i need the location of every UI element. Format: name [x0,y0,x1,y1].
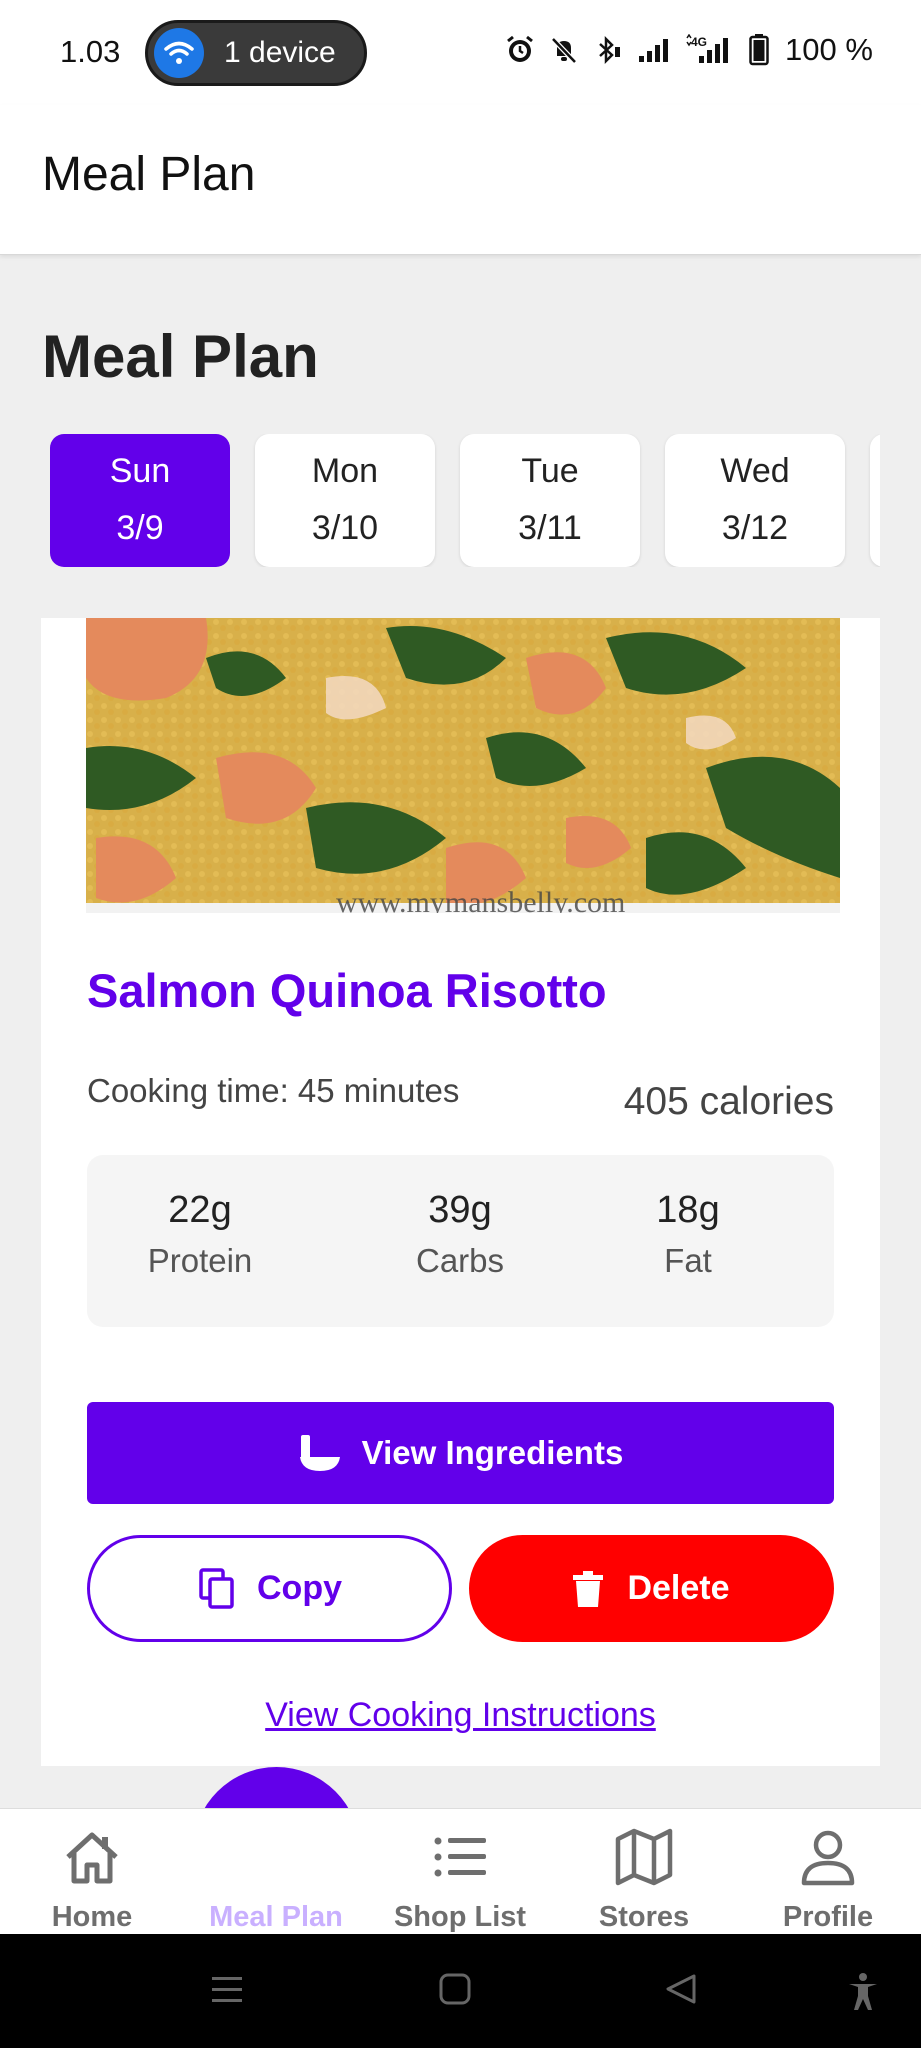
nav-label: Home [51,1901,133,1933]
view-ingredients-button[interactable]: View Ingredients [87,1402,834,1504]
back-icon[interactable] [664,1972,698,2006]
status-icons: 4G 100 % [505,32,873,68]
bluetooth-icon [599,35,620,65]
view-ingredients-label: View Ingredients [361,1434,624,1471]
macros-panel: 22g Protein 39g Carbs 18g Fat [87,1155,834,1327]
image-watermark: www.mymansbelly.com [336,886,625,913]
nav-profile[interactable]: Profile [736,1809,920,1935]
day-name: Sun [109,452,171,490]
calories: 405 calories [623,1080,834,1123]
list-icon [434,1837,486,1877]
battery-icon [749,34,769,66]
macro-value: 18g [656,1189,720,1231]
accessibility-icon[interactable] [846,1972,880,2012]
cooking-time: Cooking time: 45 minutes [87,1072,460,1109]
nav-shop-list[interactable]: Shop List [368,1809,552,1935]
macro-label: Protein [147,1242,253,1279]
status-bar: 1.03 1 device 4G 100 % [0,0,921,105]
macro-label: Fat [664,1242,712,1279]
4g-signal-icon: 4G [686,34,728,63]
day-name: Tue [521,452,579,490]
signal-icon [639,39,668,62]
nav-label: Stores [598,1901,690,1933]
day-tab-wed[interactable]: Wed 3/12 [665,434,845,567]
day-tab-tue[interactable]: Tue 3/11 [460,434,640,567]
copy-icon [199,1567,234,1609]
view-cooking-instructions-link[interactable]: View Cooking Instructions [41,1696,880,1735]
meal-card: www.mymansbelly.com Salmon Quinoa Risott… [41,618,880,1766]
day-date: 3/10 [311,509,379,547]
mute-icon [551,37,577,64]
copy-label: Copy [257,1569,342,1607]
macro-value: 22g [168,1189,232,1231]
trash-icon [573,1570,604,1607]
macro-fat: 18g Fat [588,1189,788,1280]
home-icon [66,1832,118,1884]
day-tab-sun[interactable]: Sun 3/9 [50,434,230,567]
person-icon [801,1830,855,1886]
nav-home[interactable]: Home [0,1809,184,1935]
alarm-icon [507,35,533,62]
app-bar-title: Meal Plan [42,148,256,201]
day-tab-next[interactable] [870,434,880,567]
status-time: 1.03 [60,34,121,69]
nav-label: Meal Plan [209,1901,343,1933]
day-date: 3/12 [721,509,789,547]
copy-button[interactable]: Copy [87,1535,452,1642]
mortar-pestle-icon [299,1435,340,1471]
nav-meal-plan[interactable]: Meal Plan [184,1809,368,1935]
page-title: Meal Plan [42,323,319,390]
battery-percent: 100 % [785,32,873,67]
device-pill-label: 1 device [224,36,336,69]
day-selector[interactable]: Sun 3/9 Mon 3/10 Tue 3/11 Wed 3/12 [50,434,880,567]
day-name: Mon [311,452,379,490]
bottom-nav: Home Meal Plan Shop List Stores Profile [0,1808,921,1934]
home-system-icon[interactable] [438,1972,472,2006]
meal-name: Salmon Quinoa Risotto [87,964,607,1017]
connected-device-pill[interactable]: 1 device [145,20,367,86]
meal-image: www.mymansbelly.com [86,618,840,913]
svg-text:4G: 4G [691,35,707,49]
macro-protein: 22g Protein [100,1189,300,1280]
delete-button[interactable]: Delete [469,1535,834,1642]
wifi-icon [154,28,204,78]
recents-icon[interactable] [210,1972,244,2006]
day-date: 3/9 [116,509,164,547]
nav-label: Shop List [393,1901,527,1933]
day-name: Wed [720,452,790,490]
macro-value: 39g [428,1189,492,1231]
day-date: 3/11 [518,509,582,547]
day-tab-mon[interactable]: Mon 3/10 [255,434,435,567]
macro-carbs: 39g Carbs [360,1189,560,1280]
delete-label: Delete [627,1569,730,1607]
map-icon [615,1828,673,1886]
macro-label: Carbs [415,1242,505,1279]
app-bar: Meal Plan [0,105,921,255]
system-nav-bar [0,1934,921,2048]
nav-label: Profile [782,1901,874,1933]
nav-stores[interactable]: Stores [552,1809,736,1935]
utensils-icon [247,1814,302,1868]
